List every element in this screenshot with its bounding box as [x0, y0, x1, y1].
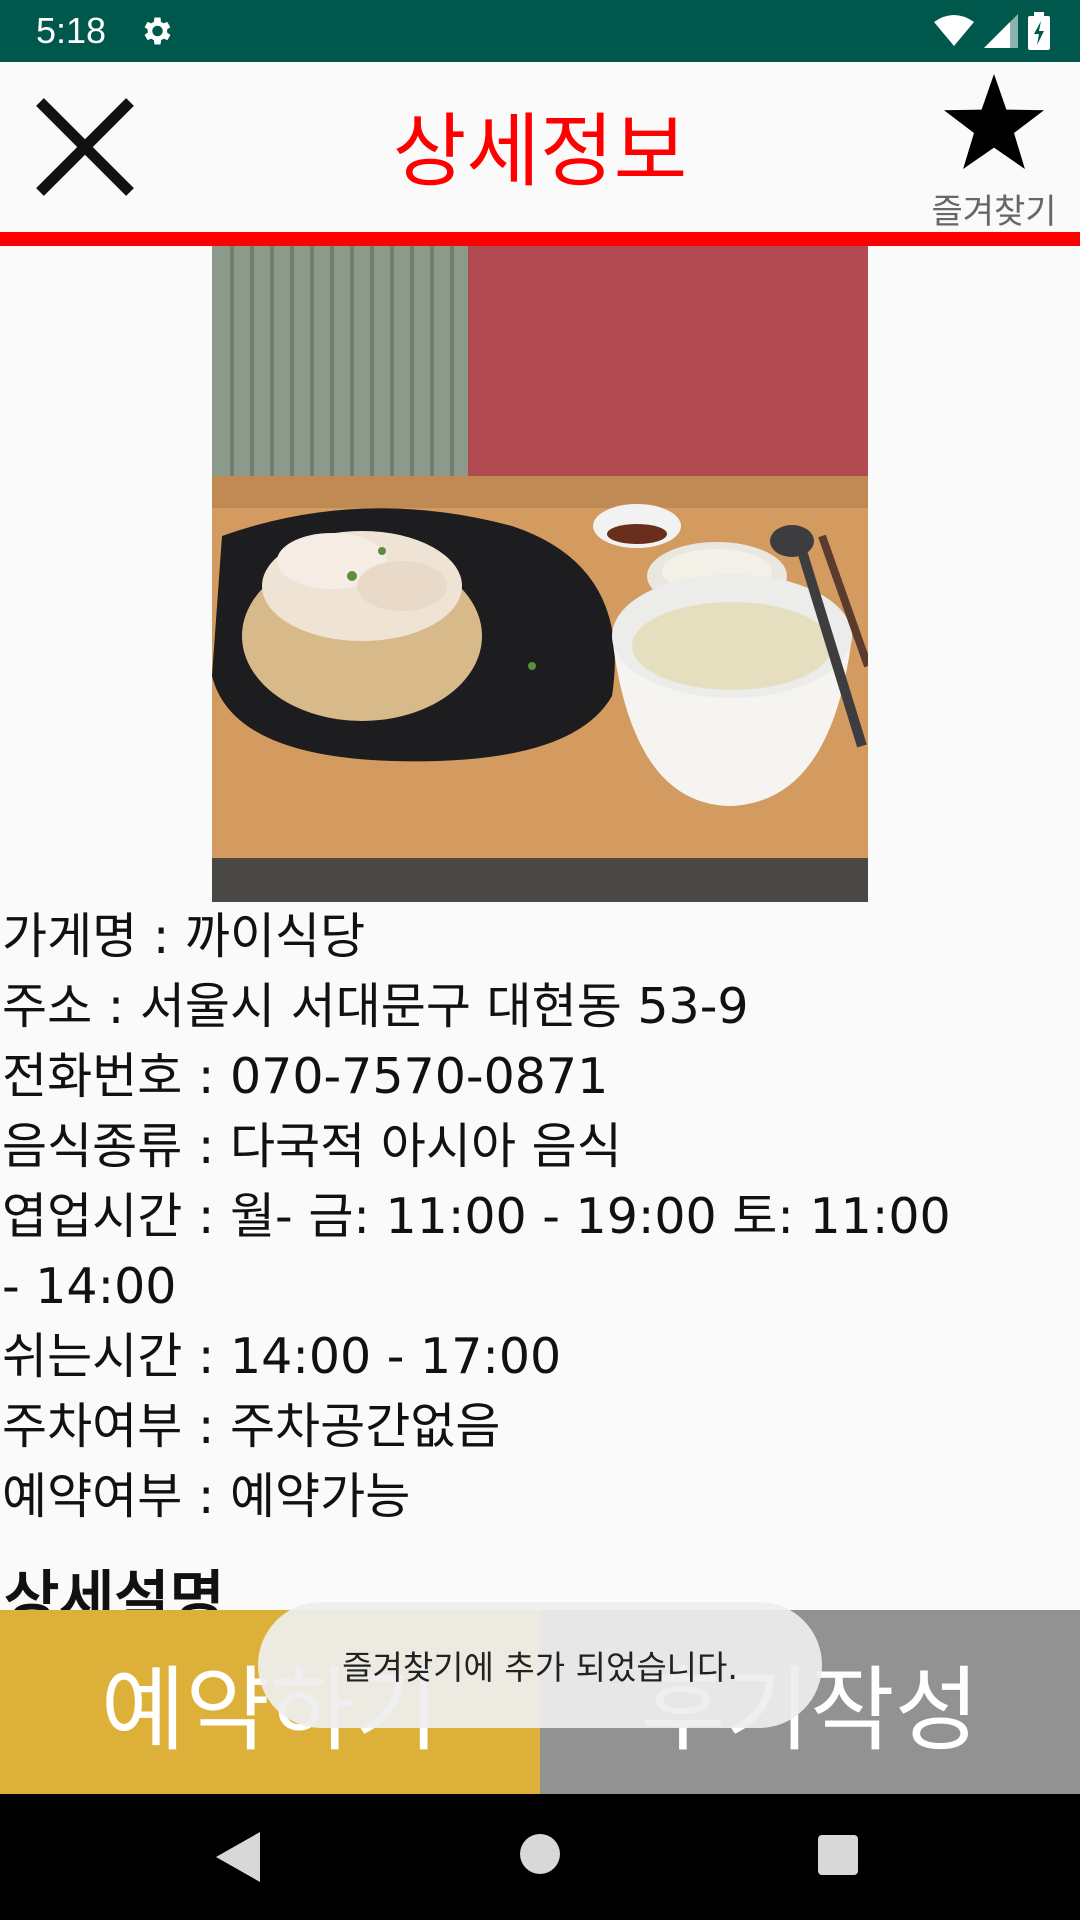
- info-name: 가게명 : 까이식당: [2, 908, 366, 965]
- info-parking: 주차여부 : 주차공간없음: [2, 1398, 501, 1455]
- status-icons: [934, 12, 1050, 50]
- info-address: 주소 : 서울시 서대문구 대현동 53-9: [2, 978, 749, 1035]
- status-time: 5:18: [36, 10, 107, 51]
- info-cuisine: 음식종류 : 다국적 아시아 음식: [2, 1118, 622, 1175]
- restaurant-photo: [212, 246, 868, 902]
- info-break: 쉬는시간 : 14:00 - 17:00: [2, 1328, 562, 1385]
- status-bar: 5:18: [0, 0, 1080, 62]
- gear-icon: [144, 17, 171, 45]
- signal-icon: [984, 14, 1018, 48]
- battery-icon: [1028, 12, 1050, 50]
- toast-message: 즐겨찾기에 추가 되었습니다.: [258, 1602, 822, 1728]
- info-hours: 엽업시간 : 월- 금: 11:00 - 19:00 토: 11:00 - 14…: [2, 1188, 951, 1315]
- favorite-label: 즐겨찾기: [931, 192, 1057, 232]
- system-nav-bar: [0, 1794, 1080, 1920]
- restaurant-info: 가게명 : 까이식당 주소 : 서울시 서대문구 대현동 53-9 전화번호 :…: [0, 902, 1080, 1532]
- favorite-button[interactable]: 즐겨찾기: [924, 72, 1064, 232]
- recents-icon[interactable]: [818, 1835, 858, 1875]
- page-title: 상세정보: [392, 105, 688, 198]
- app-header: 상세정보 즐겨찾기: [0, 62, 1080, 232]
- info-phone: 전화번호 : 070-7570-0871: [2, 1048, 609, 1105]
- info-reservation: 예약여부 : 예약가능: [2, 1468, 411, 1525]
- back-icon[interactable]: [216, 1832, 260, 1882]
- wifi-icon: [934, 15, 974, 46]
- header-divider: [0, 232, 1080, 246]
- star-icon: [944, 74, 1044, 169]
- home-icon[interactable]: [520, 1834, 560, 1874]
